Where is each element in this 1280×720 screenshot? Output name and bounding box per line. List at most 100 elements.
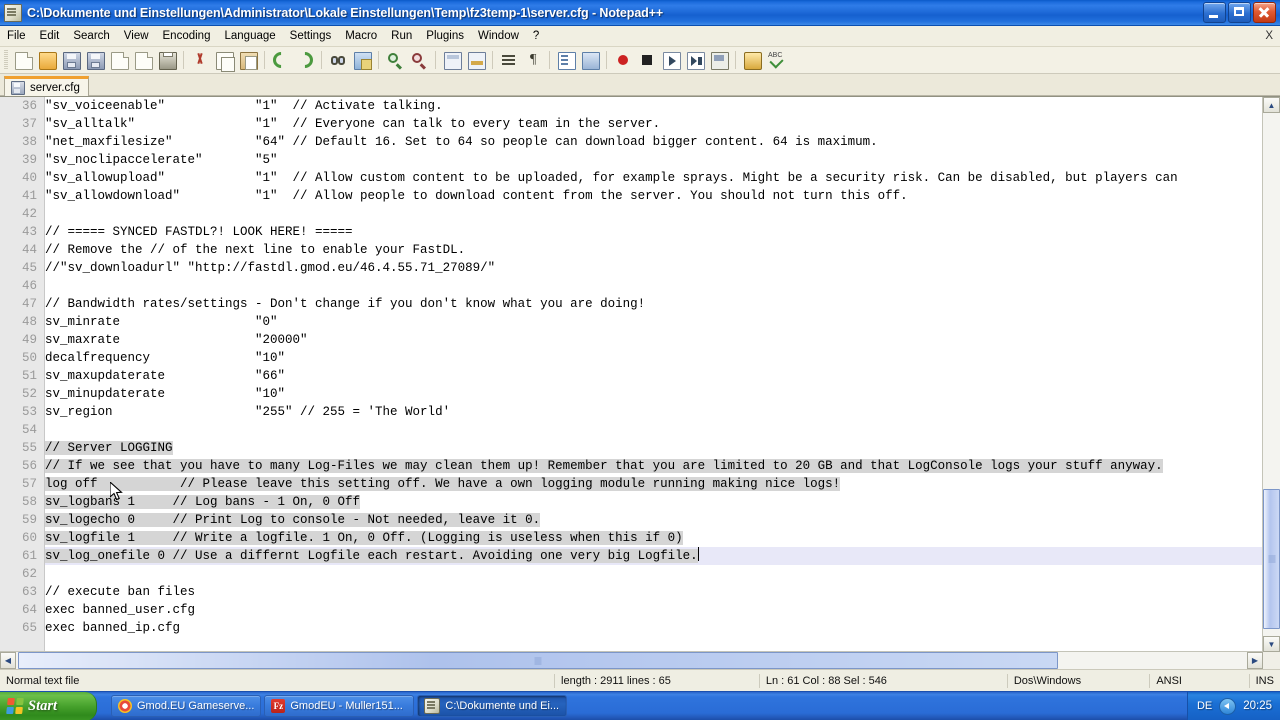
- menu-item-macro[interactable]: Macro: [338, 28, 384, 44]
- undo-button[interactable]: [269, 48, 293, 72]
- scroll-left-arrow-icon[interactable]: ◀: [0, 652, 16, 669]
- menu-item-settings[interactable]: Settings: [283, 28, 339, 44]
- code-line[interactable]: [45, 565, 1263, 583]
- zoom-out-button[interactable]: [408, 49, 430, 71]
- ui-doc-map-button[interactable]: [579, 49, 601, 71]
- code-line[interactable]: log off // Please leave this setting off…: [45, 475, 1263, 493]
- code-line[interactable]: "sv_allowdownload" "1" // Allow people t…: [45, 187, 1263, 205]
- start-button[interactable]: Start: [0, 691, 97, 720]
- record-macro-button[interactable]: [612, 49, 634, 71]
- code-line[interactable]: [45, 205, 1263, 223]
- taskbar-item[interactable]: C:\Dokumente und Ei...: [417, 695, 568, 717]
- code-line[interactable]: //"sv_downloadurl" "http://fastdl.gmod.e…: [45, 259, 1263, 277]
- menu-item-edit[interactable]: Edit: [33, 28, 67, 44]
- code-line[interactable]: exec banned_ip.cfg: [45, 619, 1263, 637]
- menu-item-encoding[interactable]: Encoding: [156, 28, 218, 44]
- horizontal-scrollbar[interactable]: ◀ ▶: [0, 651, 1263, 669]
- vertical-scroll-thumb[interactable]: [1263, 489, 1280, 629]
- line-number: 45: [21, 261, 37, 275]
- code-line[interactable]: // execute ban files: [45, 583, 1263, 601]
- menu-item-[interactable]: ?: [526, 28, 546, 44]
- code-line[interactable]: "sv_allowupload" "1" // Allow custom con…: [45, 169, 1263, 187]
- taskbar-item[interactable]: Fz GmodEU - Muller151...: [264, 695, 415, 717]
- code-line[interactable]: sv_logecho 0 // Print Log to console - N…: [45, 511, 1263, 529]
- close-window-button[interactable]: [1253, 2, 1276, 23]
- code-line[interactable]: // If we see that you have to many Log-F…: [45, 457, 1263, 475]
- copy-button[interactable]: [213, 49, 235, 72]
- menu-item-window[interactable]: Window: [471, 28, 526, 44]
- code-line[interactable]: sv_minupdaterate "10": [45, 385, 1263, 403]
- zoom-in-button[interactable]: [384, 49, 406, 71]
- volume-icon[interactable]: [1219, 697, 1237, 715]
- new-file-button[interactable]: [12, 49, 34, 71]
- editor-tab[interactable]: server.cfg: [4, 76, 89, 96]
- stop-macro-button[interactable]: [636, 49, 658, 71]
- code-line[interactable]: exec banned_user.cfg: [45, 601, 1263, 619]
- run-macro-multiple-button[interactable]: [684, 49, 706, 71]
- save-macro-button[interactable]: [708, 49, 730, 71]
- vertical-scrollbar[interactable]: ▲ ▼: [1262, 97, 1280, 652]
- close-all-button[interactable]: [132, 49, 154, 71]
- code-line[interactable]: "net_maxfilesize" "64" // Default 16. Se…: [45, 133, 1263, 151]
- code-line[interactable]: "sv_alltalk" "1" // Everyone can talk to…: [45, 115, 1263, 133]
- menu-item-run[interactable]: Run: [384, 28, 419, 44]
- code-line[interactable]: sv_region "255" // 255 = 'The World': [45, 403, 1263, 421]
- close-document-button[interactable]: X: [1265, 30, 1273, 42]
- code-line[interactable]: sv_log_onefile 0 // Use a differnt Logfi…: [45, 547, 1263, 565]
- play-macro-button[interactable]: [660, 49, 682, 71]
- print-button[interactable]: [156, 49, 178, 71]
- horizontal-scroll-thumb[interactable]: [18, 652, 1058, 669]
- scroll-right-arrow-icon[interactable]: ▶: [1247, 652, 1263, 669]
- code-line[interactable]: sv_logbans 1 // Log bans - 1 On, 0 Off: [45, 493, 1263, 511]
- redo-button[interactable]: [293, 48, 317, 72]
- close-file-icon: [111, 52, 129, 70]
- code-line[interactable]: "sv_voiceenable" "1" // Activate talking…: [45, 97, 1263, 115]
- find-icon: [330, 52, 346, 68]
- sync-vertical-button[interactable]: [441, 49, 463, 71]
- code-line[interactable]: // Remove the // of the next line to ena…: [45, 241, 1263, 259]
- show-all-chars-button[interactable]: [522, 49, 544, 71]
- code-content[interactable]: "sv_voiceenable" "1" // Activate talking…: [45, 97, 1263, 652]
- text-editor[interactable]: 36 37 38 39 40 41 42 43 44 45 46 47 48 49 50 51 52 53 54 55…: [0, 97, 1263, 652]
- menu-item-view[interactable]: View: [117, 28, 156, 44]
- toolbar-separator: [183, 51, 184, 69]
- find-button[interactable]: [327, 49, 349, 71]
- code-line[interactable]: sv_logfile 1 // Write a logfile. 1 On, 0…: [45, 529, 1263, 547]
- replace-button[interactable]: [351, 49, 373, 71]
- zoom-out-icon: [411, 52, 427, 68]
- minimize-button[interactable]: [1203, 2, 1226, 23]
- paste-button[interactable]: [237, 49, 259, 71]
- close-file-button[interactable]: [108, 49, 130, 71]
- code-line[interactable]: "sv_noclipaccelerate" "5": [45, 151, 1263, 169]
- menu-item-file[interactable]: File: [0, 28, 33, 44]
- cut-button[interactable]: [189, 49, 211, 71]
- code-line[interactable]: sv_maxrate "20000": [45, 331, 1263, 349]
- line-number: 62: [21, 567, 37, 581]
- code-line[interactable]: sv_minrate "0": [45, 313, 1263, 331]
- code-line[interactable]: sv_maxupdaterate "66": [45, 367, 1263, 385]
- sync-horizontal-button[interactable]: [465, 49, 487, 71]
- open-file-button[interactable]: [36, 49, 58, 71]
- save-button[interactable]: [60, 49, 82, 71]
- menu-item-language[interactable]: Language: [217, 28, 282, 44]
- toolbar-grip[interactable]: [4, 50, 8, 70]
- spell-check-button[interactable]: [765, 49, 787, 71]
- clock[interactable]: 20:25: [1243, 700, 1272, 712]
- language-indicator[interactable]: DE: [1197, 700, 1212, 712]
- menu-item-plugins[interactable]: Plugins: [419, 28, 471, 44]
- word-wrap-button[interactable]: [498, 49, 520, 71]
- code-line[interactable]: // Bandwidth rates/settings - Don't chan…: [45, 295, 1263, 313]
- scroll-up-arrow-icon[interactable]: ▲: [1263, 97, 1280, 113]
- code-line[interactable]: [45, 421, 1263, 439]
- scroll-down-arrow-icon[interactable]: ▼: [1263, 636, 1280, 652]
- taskbar-item[interactable]: Gmod.EU Gameserve...: [111, 695, 262, 717]
- code-line[interactable]: // ===== SYNCED FASTDL?! LOOK HERE! ====…: [45, 223, 1263, 241]
- maximize-restore-button[interactable]: [1228, 2, 1251, 23]
- code-line[interactable]: [45, 277, 1263, 295]
- code-line[interactable]: // Server LOGGING: [45, 439, 1263, 457]
- indent-guide-button[interactable]: [555, 49, 577, 71]
- save-all-button[interactable]: [84, 49, 106, 71]
- menu-item-search[interactable]: Search: [66, 28, 116, 44]
- run-button[interactable]: [741, 49, 763, 71]
- code-line[interactable]: decalfrequency "10": [45, 349, 1263, 367]
